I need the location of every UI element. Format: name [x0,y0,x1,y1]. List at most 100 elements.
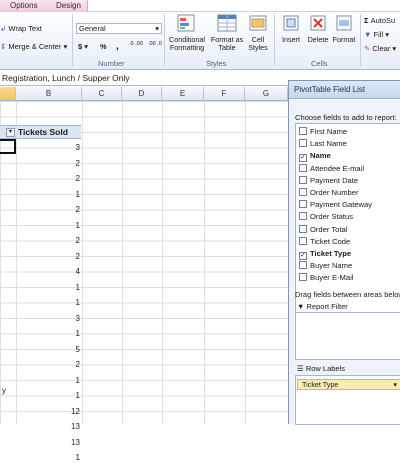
insert-cells-icon [283,15,299,31]
tickets-sold-cell[interactable]: 3 [40,311,80,326]
chevron-down-icon: ▾ [63,42,68,51]
tickets-sold-cell[interactable]: 2 [40,233,80,248]
format-as-table-button[interactable]: Format as Table [210,14,244,52]
pivottable-field-list-pane: PivotTable Field List Choose fields to a… [288,80,400,425]
tickets-sold-cell[interactable]: 1 [40,388,80,403]
clear-label: Clear [372,44,391,53]
tickets-sold-cell[interactable]: 3 [40,140,80,155]
cell-styles-icon [249,15,267,31]
number-format-dropdown[interactable]: General ▾ [76,23,162,34]
chevron-down-icon: ▾ [393,380,397,389]
field-item-label: Ticket Type [310,249,352,258]
checkbox-icon[interactable] [299,200,307,209]
gridline [245,101,246,424]
merge-center-icon: ⇕ [0,42,7,51]
checked-checkbox-icon[interactable]: ✓ [299,154,307,163]
format-label: Format [332,35,356,44]
comma-button[interactable]: , [116,41,119,52]
tickets-sold-cell[interactable]: 5 [40,342,80,357]
field-item[interactable]: Buyer Name [299,260,352,272]
field-item[interactable]: First Name [299,126,347,138]
column-header-e[interactable]: E [162,87,204,101]
row-labels-label: ☰ Row Labels [297,364,345,373]
fill-button[interactable]: ▼ Fill ▾ [364,30,389,39]
tickets-sold-cell[interactable]: 1 [40,295,80,310]
row-label-field-chip[interactable]: Ticket Type ▾ [297,379,400,390]
filter-icon: ▼ [297,302,305,311]
field-item[interactable]: Attendee E-mail [299,163,364,175]
tickets-sold-cell[interactable]: 2 [40,156,80,171]
choose-fields-label: Choose fields to add to report: [295,113,397,122]
tickets-sold-cell[interactable]: 4 [40,264,80,279]
column-header-f[interactable]: F [204,87,245,101]
tickets-sold-cell[interactable]: 1 [40,187,80,202]
column-header-b[interactable]: B [16,87,82,101]
tickets-sold-cell[interactable]: 12 [40,404,80,419]
checkbox-icon[interactable] [299,236,307,245]
field-item[interactable]: ✓ Ticket Type [299,248,351,260]
tickets-sold-cell[interactable]: 2 [40,202,80,217]
tickets-sold-cell[interactable]: 2 [40,357,80,372]
format-cells-button[interactable]: Format [330,14,358,44]
delete-cells-button[interactable]: Delete [304,14,332,44]
filter-dropdown-icon[interactable]: ▾ [6,128,15,137]
checkbox-icon[interactable] [299,224,307,233]
field-item-label: Ticket Code [310,236,351,246]
merge-center-button[interactable]: ⇕ Merge & Center ▾ [0,42,67,51]
tab-design[interactable]: Design [56,1,81,10]
field-item[interactable]: Order Total [299,224,347,236]
checkbox-icon[interactable] [299,163,307,172]
conditional-formatting-button[interactable]: Conditional Formatting [166,14,208,52]
checkbox-icon[interactable] [299,261,307,270]
cell-styles-button[interactable]: Cell Styles [244,14,272,52]
checkbox-icon[interactable] [299,139,307,148]
clear-button[interactable]: ✎ Clear ▾ [364,44,396,53]
column-header-c[interactable]: C [82,87,122,101]
drag-fields-label: Drag fields between areas below: [295,290,400,299]
column-header-d[interactable]: D [122,87,162,101]
wrap-text-button[interactable]: ↲ Wrap Text [0,24,42,33]
tickets-sold-cell[interactable]: 13 [40,419,80,434]
checkbox-icon[interactable] [299,273,307,282]
field-item[interactable]: Order Number [299,187,359,199]
field-item[interactable]: Last Name [299,138,347,150]
tickets-sold-cell[interactable]: 13 [40,435,80,450]
field-item[interactable]: Payment Gateway [299,199,372,211]
tab-options[interactable]: Options [10,1,38,10]
field-item[interactable]: Payment Date [299,175,358,187]
tickets-sold-cell[interactable]: 1 [40,450,80,465]
active-cell-selection[interactable] [0,139,16,154]
tickets-sold-cell[interactable]: 1 [40,218,80,233]
field-item[interactable]: Ticket Code [299,236,350,248]
tickets-sold-cell[interactable]: 1 [40,373,80,388]
checkbox-icon[interactable] [299,212,307,221]
field-item[interactable]: Order Status [299,211,353,223]
insert-cells-button[interactable]: Insert [276,14,306,44]
checked-checkbox-icon[interactable]: ✓ [299,252,307,260]
field-item[interactable]: ✓ Name [299,150,331,163]
gridline [122,101,123,424]
checkbox-icon[interactable] [299,127,307,135]
eraser-icon: ✎ [364,44,371,53]
row-labels-icon: ☰ [297,364,304,373]
decrease-decimal-button[interactable]: .00 .0 [148,41,162,47]
report-filter-zone[interactable] [295,312,400,360]
autosum-button[interactable]: Σ AutoSu [364,16,395,25]
tickets-sold-cell[interactable]: 2 [40,171,80,186]
tickets-sold-cell[interactable]: 2 [40,249,80,264]
tickets-sold-cell[interactable]: 1 [40,326,80,341]
checkbox-icon[interactable] [299,188,307,196]
checkbox-icon[interactable] [299,175,307,184]
increase-decimal-button[interactable]: .0 .00 [129,41,143,47]
field-item[interactable]: Buyer E-Mail [299,272,353,284]
chevron-down-icon: ▾ [155,24,159,33]
group-separator [274,14,275,66]
currency-button[interactable]: $ ▾ [78,42,88,51]
column-header-a[interactable] [0,87,16,101]
column-header-g[interactable]: G [245,87,288,101]
field-item-label: Buyer Name [310,261,353,271]
percent-button[interactable]: % [100,42,107,51]
format-cells-icon [336,15,352,31]
tickets-sold-cell[interactable]: 1 [40,280,80,295]
cell-a-label: y [2,386,6,395]
